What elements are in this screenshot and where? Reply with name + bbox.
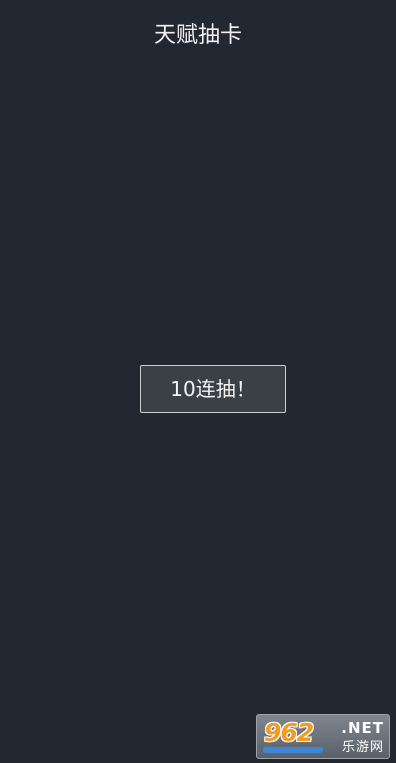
watermark-site-name: 乐游网 [341, 740, 384, 755]
site-watermark-logo: 962 .NET 乐游网 [256, 714, 390, 759]
ten-draw-button[interactable]: 10连抽！ [140, 365, 286, 413]
watermark-swoosh-icon [263, 747, 323, 753]
watermark-domain: .NET [341, 719, 384, 737]
page-title: 天赋抽卡 [153, 23, 242, 48]
watermark-number: 962 [264, 718, 314, 747]
